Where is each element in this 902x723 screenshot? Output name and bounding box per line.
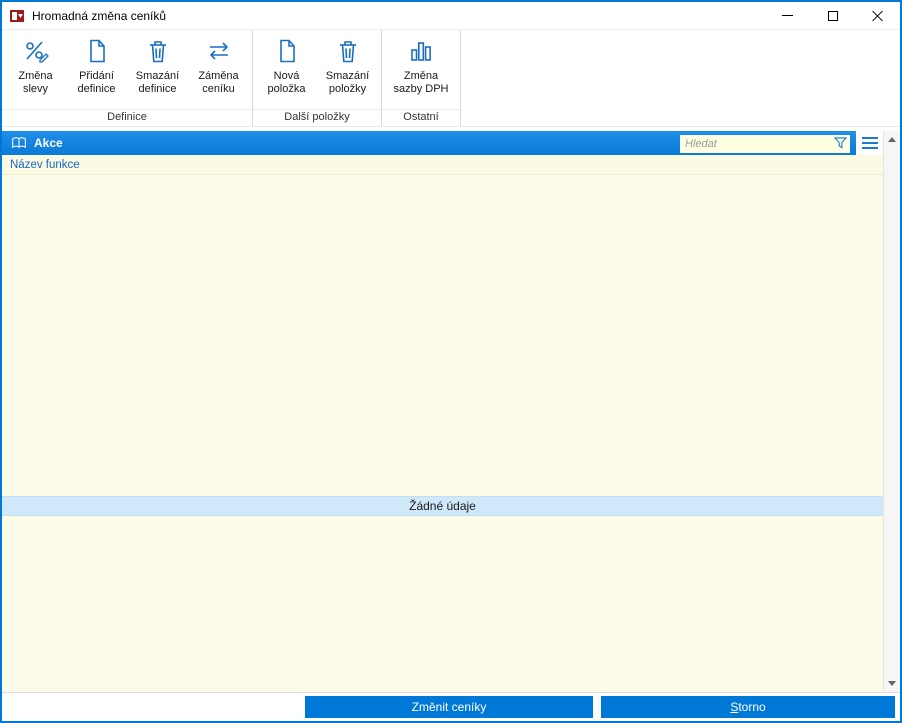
toolbar-group-dalsi-polozky: Nová položka Smazání položky Další polož… [253,30,382,126]
empty-state-text: Žádné údaje [409,499,476,513]
hamburger-icon [861,142,878,144]
empty-state-band: Žádné údaje [2,496,883,516]
window-title: Hromadná změna ceníků [32,8,167,23]
delete-definition-button[interactable]: Smazání definice [127,34,188,98]
cancel-button[interactable]: Storno [601,696,895,718]
minimize-button[interactable] [765,2,810,30]
book-icon [12,137,26,149]
toolbar-group-definice: Změna slevy Přidání definice Smazání def… [2,30,253,126]
apply-button[interactable]: Změnit ceníky [305,696,593,718]
change-vat-rate-button[interactable]: Změna sazby DPH [385,34,457,98]
document-icon [89,39,105,63]
toolbar-button-label: Přidání definice [77,70,116,96]
hamburger-icon [861,137,878,139]
toolbar-button-label: Změna slevy [18,70,53,96]
swap-pricelist-button[interactable]: Záměna ceníku [188,34,249,98]
maximize-button[interactable] [810,2,855,30]
toolbar-group-caption: Další položky [253,109,381,126]
toolbar: Změna slevy Přidání definice Smazání def… [2,30,900,127]
scroll-down-button[interactable] [884,675,900,692]
trash-icon [149,41,166,63]
scrollbar-track[interactable] [884,148,900,675]
hamburger-icon [861,147,878,149]
change-discount-button[interactable]: Změna slevy [5,34,66,98]
close-button[interactable] [855,2,900,30]
filter-icon[interactable] [834,136,847,149]
app-icon [10,9,24,22]
minimize-icon [782,15,793,16]
vertical-scrollbar[interactable] [883,131,900,692]
dialog-window: Hromadná změna ceníků Změna slevy Přidán… [0,0,902,723]
delete-item-button[interactable]: Smazání položky [317,34,378,98]
add-definition-button[interactable]: Přidání definice [66,34,127,98]
arrow-up-icon [888,137,896,142]
panel-header: Akce [2,131,883,155]
apply-button-label: Změnit ceníky [411,700,487,714]
scroll-up-button[interactable] [884,131,900,148]
toolbar-button-label: Nová položka [267,70,306,96]
arrow-down-icon [888,681,896,686]
toolbar-button-label: Smazání položky [325,70,370,96]
close-icon [872,10,883,21]
column-header-label: Název funkce [10,158,80,171]
search-box [680,134,850,153]
column-header-nazev-funkce[interactable]: Název funkce [2,155,883,175]
swap-arrows-icon [209,42,228,60]
discount-edit-icon [25,41,49,63]
cancel-button-accelerator: S [730,700,739,714]
document-icon [279,39,295,63]
bar-chart-icon [411,42,431,61]
maximize-icon [827,10,838,21]
cancel-button-label: torno [738,700,766,714]
toolbar-button-label: Záměna ceníku [198,70,239,96]
footer-bar: Změnit ceníky Storno [2,692,900,721]
toolbar-group-caption: Definice [2,109,252,126]
function-list[interactable]: Žádné údaje [2,175,883,692]
panel-title: Akce [34,136,63,150]
title-bar: Hromadná změna ceníků [2,2,900,30]
trash-icon [339,41,356,63]
toolbar-group-ostatni: Změna sazby DPH Ostatní [382,30,461,126]
toolbar-button-label: Smazání definice [135,70,180,96]
new-item-button[interactable]: Nová položka [256,34,317,98]
menu-button[interactable] [856,131,883,155]
search-input[interactable] [680,134,850,153]
toolbar-group-caption: Ostatní [382,109,460,126]
toolbar-button-label: Změna sazby DPH [393,70,449,96]
